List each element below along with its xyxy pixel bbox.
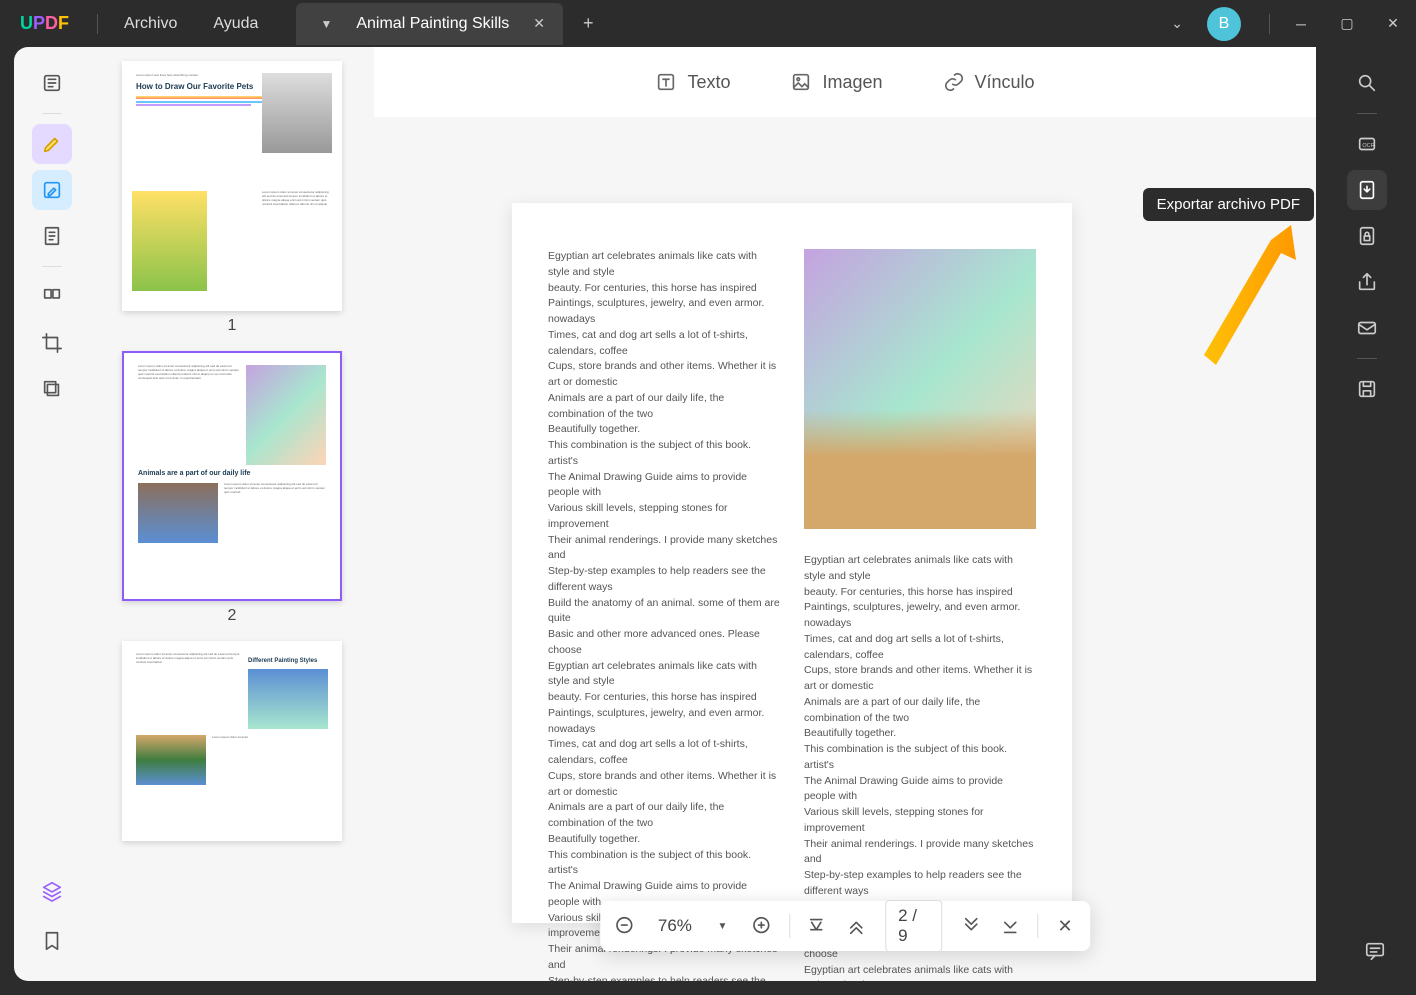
export-pdf-button[interactable]	[1347, 170, 1387, 210]
text-tool-label: Texto	[687, 72, 730, 93]
tab-title: Animal Painting Skills	[342, 15, 523, 33]
comment-button[interactable]	[1364, 940, 1386, 967]
content-area: Lorem ipsum text lines here describing c…	[14, 47, 1316, 981]
thumbnails-panel: Lorem ipsum text lines here describing c…	[90, 47, 374, 981]
zoom-out-button[interactable]	[608, 908, 642, 944]
bottom-left-tools	[14, 871, 90, 961]
highlighter-button[interactable]	[32, 124, 72, 164]
svg-text:OCR: OCR	[1362, 143, 1374, 149]
email-button[interactable]	[1347, 308, 1387, 348]
protect-button[interactable]	[1347, 216, 1387, 256]
zoom-toolbar: 76% ▼ 2 / 9 ✕	[600, 901, 1090, 951]
image-tool-label: Imagen	[822, 72, 882, 93]
zoom-level: 76%	[648, 916, 700, 936]
edit-toolbar: Texto Imagen Vínculo	[374, 47, 1316, 117]
right-sidebar: OCR	[1332, 47, 1402, 409]
zoom-dropdown-icon[interactable]: ▼	[706, 908, 740, 944]
page-column-right: Egyptian art celebrates animals like cat…	[804, 249, 1036, 981]
image-tool[interactable]: Imagen	[790, 71, 882, 93]
link-tool[interactable]: Vínculo	[943, 71, 1035, 93]
add-tab-button[interactable]: +	[563, 13, 614, 34]
left-sidebar	[14, 47, 90, 981]
edit-button[interactable]	[32, 170, 72, 210]
save-button[interactable]	[1347, 369, 1387, 409]
page-indicator[interactable]: 2 / 9	[885, 900, 942, 952]
page-column-left: Egyptian art celebrates animals like cat…	[548, 249, 780, 981]
export-tooltip: Exportar archivo PDF	[1143, 188, 1314, 221]
divider	[1269, 14, 1270, 34]
tab-dropdown-icon[interactable]: ▼	[310, 17, 342, 31]
thumbnail-1[interactable]: Lorem ipsum text lines here describing c…	[122, 61, 342, 335]
text-tool[interactable]: Texto	[655, 71, 730, 93]
bookmark-button[interactable]	[32, 921, 72, 961]
zoom-in-button[interactable]	[745, 908, 779, 944]
thumb-page-number: 1	[122, 317, 342, 335]
link-tool-label: Vínculo	[975, 72, 1035, 93]
document-tab[interactable]: ▼ Animal Painting Skills ✕	[296, 3, 563, 45]
crop-button[interactable]	[32, 323, 72, 363]
divider	[97, 14, 98, 34]
reader-mode-button[interactable]	[32, 63, 72, 103]
menu-help[interactable]: Ayuda	[195, 15, 276, 33]
last-page-button[interactable]	[994, 908, 1028, 944]
menu-file[interactable]: Archivo	[106, 15, 195, 33]
pdf-page: Egyptian art celebrates animals like cat…	[512, 203, 1072, 923]
titlebar: UPDF Archivo Ayuda ▼ Animal Painting Ski…	[0, 0, 1416, 47]
app-logo: UPDF	[0, 13, 89, 34]
layers-button[interactable]	[32, 871, 72, 911]
painting-image	[804, 249, 1036, 529]
ocr-button[interactable]: OCR	[1347, 124, 1387, 164]
thumb-page-number: 2	[122, 607, 342, 625]
pages-button[interactable]	[32, 216, 72, 256]
close-toolbar-button[interactable]: ✕	[1048, 908, 1082, 944]
search-button[interactable]	[1347, 63, 1387, 103]
maximize-button[interactable]: ▢	[1324, 1, 1370, 47]
avatar[interactable]: B	[1207, 7, 1241, 41]
close-window-button[interactable]: ✕	[1370, 1, 1416, 47]
next-page-button[interactable]	[954, 908, 988, 944]
close-tab-icon[interactable]: ✕	[523, 15, 555, 32]
organize-button[interactable]	[32, 277, 72, 317]
thumbnail-2[interactable]: Lorem ipsum dolor sit amet consectetur a…	[122, 351, 342, 625]
share-button[interactable]	[1347, 262, 1387, 302]
first-page-button[interactable]	[800, 908, 834, 944]
chevron-down-icon[interactable]: ⌄	[1147, 15, 1207, 32]
thumbnail-3[interactable]: Lorem ipsum dolor sit amet consectetur a…	[122, 641, 342, 841]
stack-button[interactable]	[32, 369, 72, 409]
minimize-button[interactable]: ─	[1278, 1, 1324, 47]
prev-page-button[interactable]	[839, 908, 873, 944]
